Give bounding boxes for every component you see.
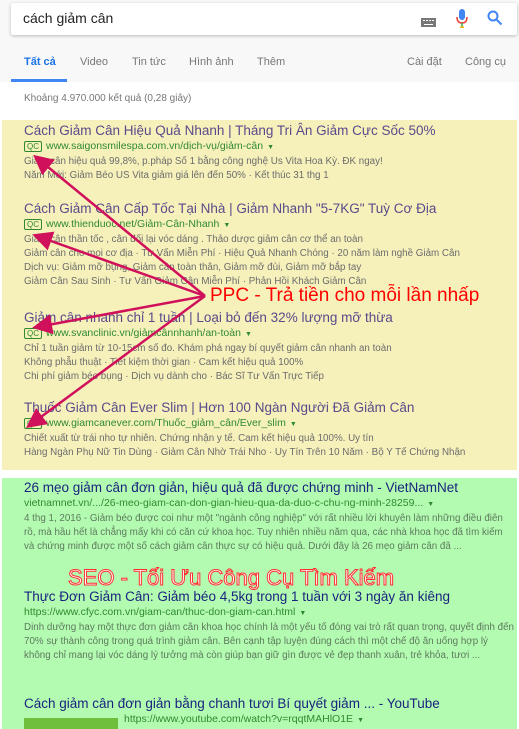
arrow-to-ad-4: [25, 294, 206, 428]
arrow-to-ad-3: [32, 294, 206, 335]
annotation-arrows: [25, 154, 206, 428]
arrow-to-ad-1: [33, 154, 206, 297]
arrow-to-ad-2: [32, 231, 206, 298]
